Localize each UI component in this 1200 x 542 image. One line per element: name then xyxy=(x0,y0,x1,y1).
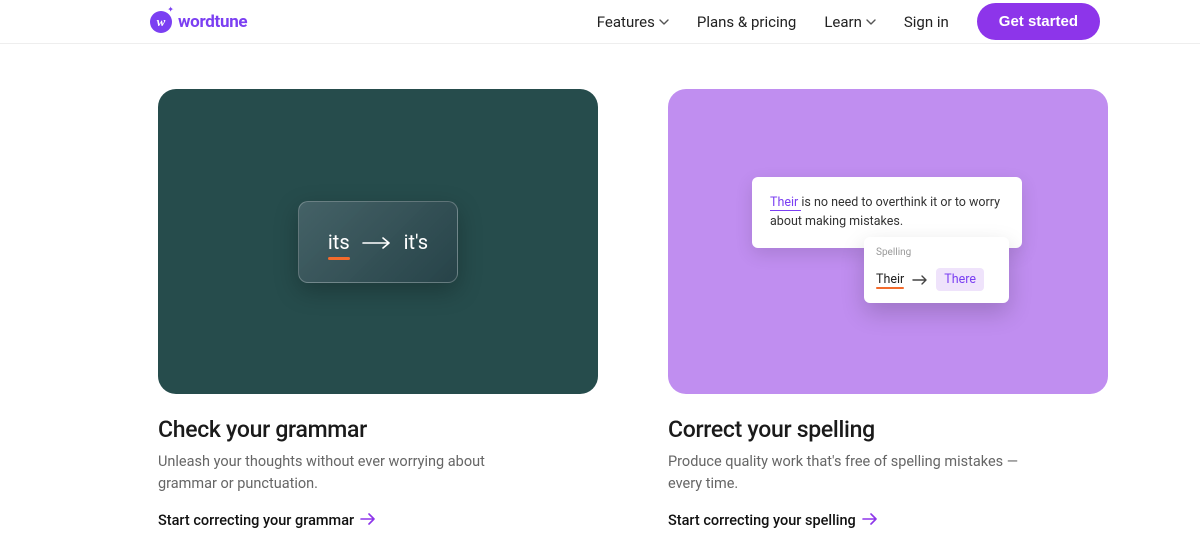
grammar-card: its it's Check your grammar Unleash your… xyxy=(158,89,598,529)
nav-features-label: Features xyxy=(597,13,655,31)
underline-icon xyxy=(328,257,350,260)
grammar-tile: its it's xyxy=(158,89,598,394)
nav-signin-label: Sign in xyxy=(904,13,949,31)
get-started-button[interactable]: Get started xyxy=(977,3,1100,40)
grammar-correction: its it's xyxy=(328,230,428,254)
arrow-right-icon xyxy=(360,512,376,529)
site-header: wordtune Features Plans & pricing Learn … xyxy=(0,0,1200,44)
brand-name: wordtune xyxy=(178,12,247,32)
grammar-title: Check your grammar xyxy=(158,416,598,443)
spelling-error-word: Their xyxy=(770,195,801,210)
feature-cards: its it's Check your grammar Unleash your… xyxy=(0,44,1200,529)
grammar-from: its xyxy=(328,230,350,254)
brand[interactable]: wordtune xyxy=(150,11,247,33)
spelling-error-text: Their xyxy=(770,195,798,210)
grammar-to: it's xyxy=(404,230,428,254)
grammar-link[interactable]: Start correcting your grammar xyxy=(158,512,598,529)
spelling-tile: Their is no need to overthink it or to w… xyxy=(668,89,1108,394)
spelling-link[interactable]: Start correcting your spelling xyxy=(668,512,1108,529)
spelling-title: Correct your spelling xyxy=(668,416,1108,443)
arrow-right-icon xyxy=(362,230,392,254)
arrow-right-icon xyxy=(862,512,878,529)
nav-learn-label: Learn xyxy=(824,13,862,31)
main-nav: Features Plans & pricing Learn Sign in G… xyxy=(597,3,1100,40)
spelling-suggestion-row: Their There xyxy=(876,268,997,291)
grammar-from-text: its xyxy=(328,230,350,254)
nav-features[interactable]: Features xyxy=(597,13,669,31)
spelling-card: Their is no need to overthink it or to w… xyxy=(668,89,1108,529)
nav-learn[interactable]: Learn xyxy=(824,13,876,31)
chevron-down-icon xyxy=(866,19,876,25)
grammar-desc: Unleash your thoughts without ever worry… xyxy=(158,451,538,496)
nav-plans[interactable]: Plans & pricing xyxy=(697,13,796,31)
spelling-wrong: Their xyxy=(876,272,904,287)
spelling-popup-label: Spelling xyxy=(876,247,997,258)
grammar-chip: its it's xyxy=(298,201,458,283)
spelling-desc: Produce quality work that's free of spel… xyxy=(668,451,1048,496)
spelling-illustration: Their is no need to overthink it or to w… xyxy=(752,177,1022,248)
nav-signin[interactable]: Sign in xyxy=(904,13,949,31)
nav-plans-label: Plans & pricing xyxy=(697,13,796,31)
spelling-link-label: Start correcting your spelling xyxy=(668,512,856,529)
spelling-sentence-rest: is no need to overthink it or to worry a… xyxy=(770,195,1000,229)
spelling-wrong-text: Their xyxy=(876,272,904,287)
underline-icon xyxy=(770,210,801,212)
underline-icon xyxy=(876,287,904,289)
spelling-right: There xyxy=(936,268,984,291)
grammar-link-label: Start correcting your grammar xyxy=(158,512,354,529)
chevron-down-icon xyxy=(659,19,669,25)
spelling-popup: Spelling Their There xyxy=(864,237,1009,303)
brand-logo-icon xyxy=(150,11,172,33)
arrow-right-icon xyxy=(912,275,928,285)
